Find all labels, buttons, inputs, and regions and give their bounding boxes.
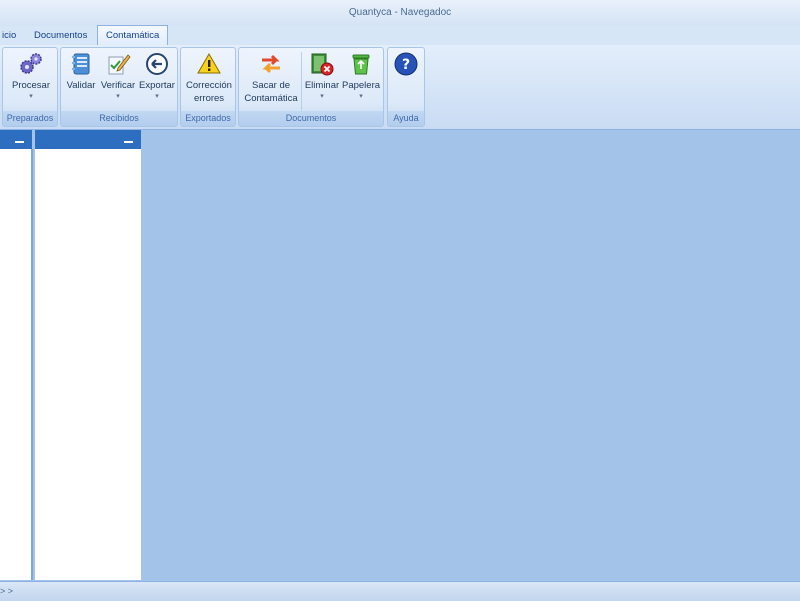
title-bar: Quantyca - Navegadoc — [0, 0, 800, 26]
group-recibidos: Validar Verificar ▾ Exportar ▾ Recibidos — [60, 47, 178, 127]
exportar-button[interactable]: Exportar ▾ — [138, 51, 176, 102]
ribbon-tab-row: icio Documentos Contamática — [0, 25, 800, 46]
group-label-recibidos: Recibidos — [61, 111, 177, 126]
tab-documentos[interactable]: Documentos — [26, 26, 95, 45]
verificar-button[interactable]: Verificar ▾ — [98, 51, 138, 102]
correccion-errores-button[interactable]: Corrección errores — [183, 51, 235, 105]
minimize-icon[interactable] — [15, 141, 24, 143]
navigation-pane — [35, 149, 141, 580]
tab-inicio[interactable]: icio — [0, 26, 24, 45]
validar-button[interactable]: Validar — [63, 51, 99, 92]
group-ayuda: ? Ayuda — [387, 47, 425, 127]
sacar-de-contamatica-button[interactable]: Sacar de Contamática — [241, 51, 301, 105]
pencil-check-icon — [108, 54, 131, 75]
tab-contamatica[interactable]: Contamática — [97, 25, 169, 46]
minimize-icon[interactable] — [124, 141, 133, 143]
group-label-preparados: Preparados — [3, 111, 57, 126]
left-pane-header — [0, 130, 32, 149]
eliminar-button[interactable]: Eliminar ▾ — [303, 51, 341, 102]
chevron-down-icon: ▾ — [116, 93, 120, 100]
arrow-left-circle-icon — [146, 53, 168, 75]
status-arrows[interactable]: > > — [0, 582, 13, 601]
chevron-down-icon: ▾ — [29, 93, 33, 100]
warning-icon — [197, 53, 221, 74]
group-documentos: Sacar de Contamática Eliminar ▾ Papelera… — [238, 47, 384, 127]
notebook-icon — [72, 53, 90, 75]
chevron-down-icon: ▾ — [155, 93, 159, 100]
group-preparados: Procesar ▾ Preparados — [2, 47, 58, 127]
ribbon: Procesar ▾ Preparados Validar Verificar … — [0, 45, 800, 130]
recycle-bin-icon — [352, 54, 370, 75]
chevron-down-icon: ▾ — [320, 93, 324, 100]
group-label-exportados: Exportados — [181, 111, 235, 126]
left-pane — [0, 149, 33, 580]
group-exportados: Corrección errores Exportados — [180, 47, 236, 127]
procesar-button[interactable]: Procesar ▾ — [7, 51, 55, 102]
status-bar: > > — [0, 581, 800, 601]
help-icon: ? — [394, 52, 418, 76]
navigation-pane-header — [35, 130, 141, 149]
delete-red-x-icon — [311, 53, 334, 76]
group-label-ayuda: Ayuda — [388, 111, 424, 126]
help-button[interactable]: ? — [390, 51, 422, 79]
group-label-documentos: Documentos — [239, 111, 383, 126]
workspace-area — [141, 130, 800, 581]
window-title: Quantyca - Navegadoc — [348, 7, 452, 18]
chevron-down-icon: ▾ — [359, 93, 363, 100]
papelera-button[interactable]: Papelera ▾ — [341, 51, 381, 102]
swap-arrows-icon — [262, 54, 280, 74]
svg-text:?: ? — [402, 57, 410, 73]
gears-icon — [20, 53, 42, 74]
separator — [301, 52, 302, 112]
